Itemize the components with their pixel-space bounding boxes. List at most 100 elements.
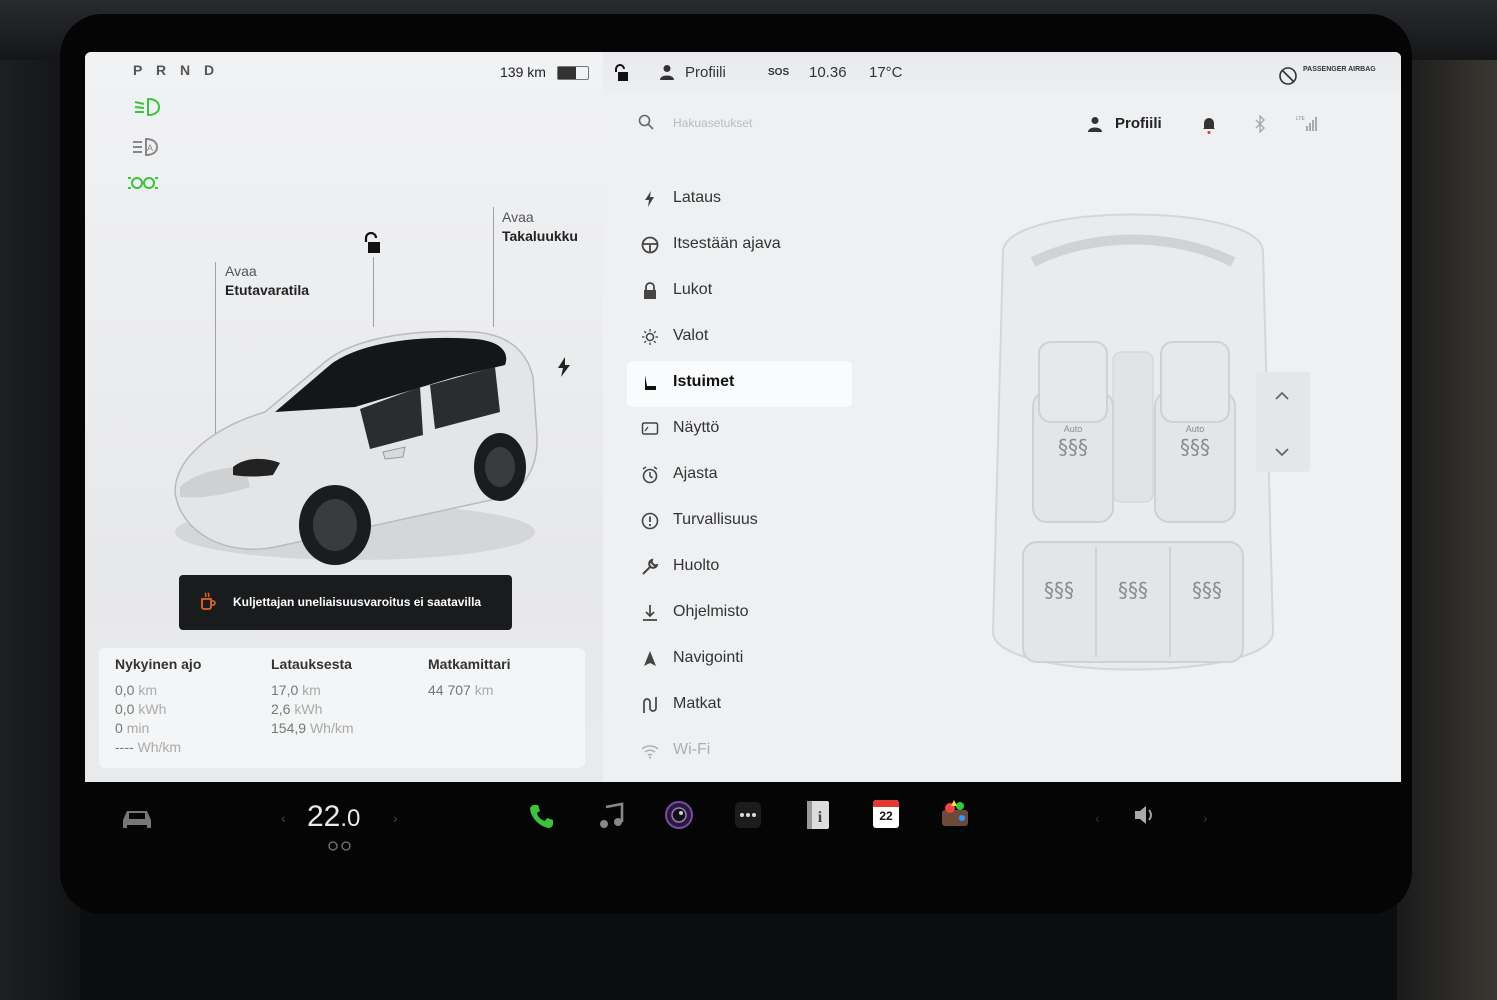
- temp-down-icon[interactable]: ‹: [281, 810, 286, 826]
- svg-text:i: i: [818, 809, 823, 826]
- seat-heater-diagram: Auto §§§ Auto §§§ §§§ §§§ §§§: [991, 213, 1275, 671]
- notification-bell-icon[interactable]: [1202, 116, 1216, 139]
- menu-item-turvallisuus[interactable]: Turvallisuus: [627, 499, 927, 545]
- navigation-icon: [641, 650, 659, 668]
- parking-lights-icon[interactable]: [128, 172, 158, 194]
- menu-item-navigointi[interactable]: Navigointi: [627, 637, 927, 683]
- search-icon[interactable]: [638, 114, 654, 135]
- volume-down-icon[interactable]: ‹: [1095, 810, 1100, 826]
- schedule-icon: [641, 466, 659, 484]
- svg-text:§§§: §§§: [1180, 435, 1210, 459]
- volume-up-icon[interactable]: ›: [1203, 810, 1208, 826]
- owners-manual-icon[interactable]: i: [804, 800, 832, 835]
- frunk-label: Etutavaratila: [225, 282, 310, 298]
- menu-item-naytto[interactable]: Näyttö: [627, 407, 927, 453]
- car-status-panel: P R N D 139 km A Avaa Etutavaratila Avaa…: [85, 52, 603, 782]
- front-right-seat[interactable]: Auto §§§: [1154, 341, 1236, 523]
- trunk-label: Takaluukku: [502, 228, 578, 244]
- temp-up-icon[interactable]: ›: [393, 810, 398, 826]
- svg-text:§§§: §§§: [1118, 578, 1148, 602]
- profile-button[interactable]: Profiili: [1115, 115, 1162, 132]
- trip-row: 0,0 kWh: [115, 701, 167, 717]
- menu-item-ohjelmisto[interactable]: Ohjelmisto: [627, 591, 927, 637]
- climate-airflow-icon[interactable]: [325, 838, 355, 856]
- menu-item-itsestaan-ajava[interactable]: Itsestään ajava: [627, 223, 927, 269]
- menu-item-matkat[interactable]: Matkat: [627, 683, 927, 729]
- svg-text:A: A: [147, 143, 153, 153]
- current-drive-title: Nykyinen ajo: [115, 656, 202, 672]
- download-icon: [641, 604, 659, 622]
- seat-icon: [641, 374, 659, 392]
- range-readout: 139 km: [500, 64, 546, 80]
- alert-text: Kuljettajan uneliaisuusvaroitus ei saata…: [233, 595, 482, 609]
- low-beam-icon[interactable]: [132, 96, 162, 118]
- trip-card: Nykyinen ajo 0,0 km 0,0 kWh 0 min ---- W…: [99, 648, 585, 768]
- car-icon[interactable]: [120, 806, 154, 837]
- more-apps-icon[interactable]: [735, 802, 761, 833]
- lock-icon: [641, 282, 659, 300]
- front-left-seat[interactable]: Auto §§§: [1032, 341, 1114, 523]
- svg-text:§§§: §§§: [1044, 578, 1074, 602]
- status-bar: Profiili SOS 10.36 17°C PASSENGER AIRBAG: [603, 52, 1401, 94]
- outside-temperature: 17°C: [869, 64, 903, 81]
- settings-menu: Lataus Itsestään ajava Lukot Valot Istui…: [627, 177, 927, 775]
- calendar-icon[interactable]: 22: [873, 800, 899, 828]
- svg-text:LTE: LTE: [1296, 116, 1305, 122]
- cabin-temperature[interactable]: 22.0: [307, 800, 360, 834]
- touchscreen: P R N D 139 km A Avaa Etutavaratila Avaa…: [85, 52, 1401, 782]
- bluetooth-icon[interactable]: [1254, 114, 1266, 138]
- passenger-airbag-label: PASSENGER AIRBAG: [1303, 66, 1376, 73]
- frunk-action: Avaa: [225, 263, 257, 279]
- menu-item-lukot[interactable]: Lukot: [627, 269, 927, 315]
- search-input[interactable]: Hakuasetukset: [673, 116, 752, 130]
- settings-panel: Profiili SOS 10.36 17°C PASSENGER AIRBAG…: [603, 52, 1401, 782]
- chevron-down-icon[interactable]: [1275, 444, 1289, 462]
- trip-row: 0 min: [115, 720, 150, 736]
- menu-item-valot[interactable]: Valot: [627, 315, 927, 361]
- menu-item-huolto[interactable]: Huolto: [627, 545, 927, 591]
- profile-label[interactable]: Profiili: [685, 64, 726, 81]
- open-frunk-button[interactable]: Avaa Etutavaratila: [225, 262, 309, 300]
- display-icon: [641, 420, 659, 438]
- lte-signal-icon: LTE: [1296, 114, 1320, 137]
- charge-port-icon[interactable]: [557, 357, 571, 382]
- menu-item-ajasta[interactable]: Ajasta: [627, 453, 927, 499]
- drowsiness-alert: Kuljettajan uneliaisuusvaroitus ei saata…: [179, 575, 512, 630]
- camera-icon[interactable]: [664, 800, 694, 835]
- menu-item-istuimet[interactable]: Istuimet: [627, 361, 852, 407]
- odometer-column: Matkamittari 44 707 km: [428, 656, 510, 700]
- lock-status-icon[interactable]: [613, 64, 629, 86]
- chevron-up-icon[interactable]: [1275, 388, 1289, 406]
- svg-text:Auto: Auto: [1064, 424, 1083, 434]
- since-charge-column: Latauksesta 17,0 km 2,6 kWh 154,9 Wh/km: [271, 656, 354, 738]
- menu-item-lataus[interactable]: Lataus: [627, 177, 927, 223]
- open-trunk-button[interactable]: Avaa Takaluukku: [502, 208, 578, 246]
- settings-search-bar: Hakuasetukset Profiili LTE: [603, 102, 1401, 154]
- odometer-title: Matkamittari: [428, 656, 511, 672]
- phone-icon[interactable]: [528, 802, 556, 835]
- volume-icon[interactable]: [1133, 804, 1159, 831]
- page-dots[interactable]: [328, 773, 349, 782]
- trip-row: 154,9 Wh/km: [271, 720, 354, 736]
- coffee-icon: [199, 591, 217, 614]
- airbag-off-icon: [1278, 66, 1298, 90]
- trunk-action: Avaa: [502, 209, 534, 225]
- auto-high-beam-icon[interactable]: A: [130, 136, 160, 158]
- trip-row: 44 707 km: [428, 682, 494, 698]
- wifi-icon: [641, 742, 659, 760]
- music-icon[interactable]: [598, 802, 624, 835]
- trip-row: 17,0 km: [271, 682, 321, 698]
- current-drive-column: Nykyinen ajo 0,0 km 0,0 kWh 0 min ---- W…: [115, 656, 201, 757]
- background-right: [1397, 0, 1497, 1000]
- sos-button[interactable]: SOS: [768, 67, 789, 78]
- menu-item-wifi[interactable]: Wi-Fi: [627, 729, 927, 775]
- profile-icon[interactable]: [1088, 116, 1102, 137]
- seat-scroll-controls: [1256, 372, 1310, 472]
- toybox-icon[interactable]: [940, 798, 970, 833]
- rear-seats[interactable]: §§§ §§§ §§§: [1022, 541, 1244, 663]
- clock: 10.36: [809, 64, 847, 81]
- unlock-icon[interactable]: [361, 231, 383, 261]
- profile-icon[interactable]: [660, 64, 674, 84]
- bottom-dock: ‹ 22.0 › i 22 ‹ ›: [85, 782, 1401, 862]
- svg-text:§§§: §§§: [1192, 578, 1222, 602]
